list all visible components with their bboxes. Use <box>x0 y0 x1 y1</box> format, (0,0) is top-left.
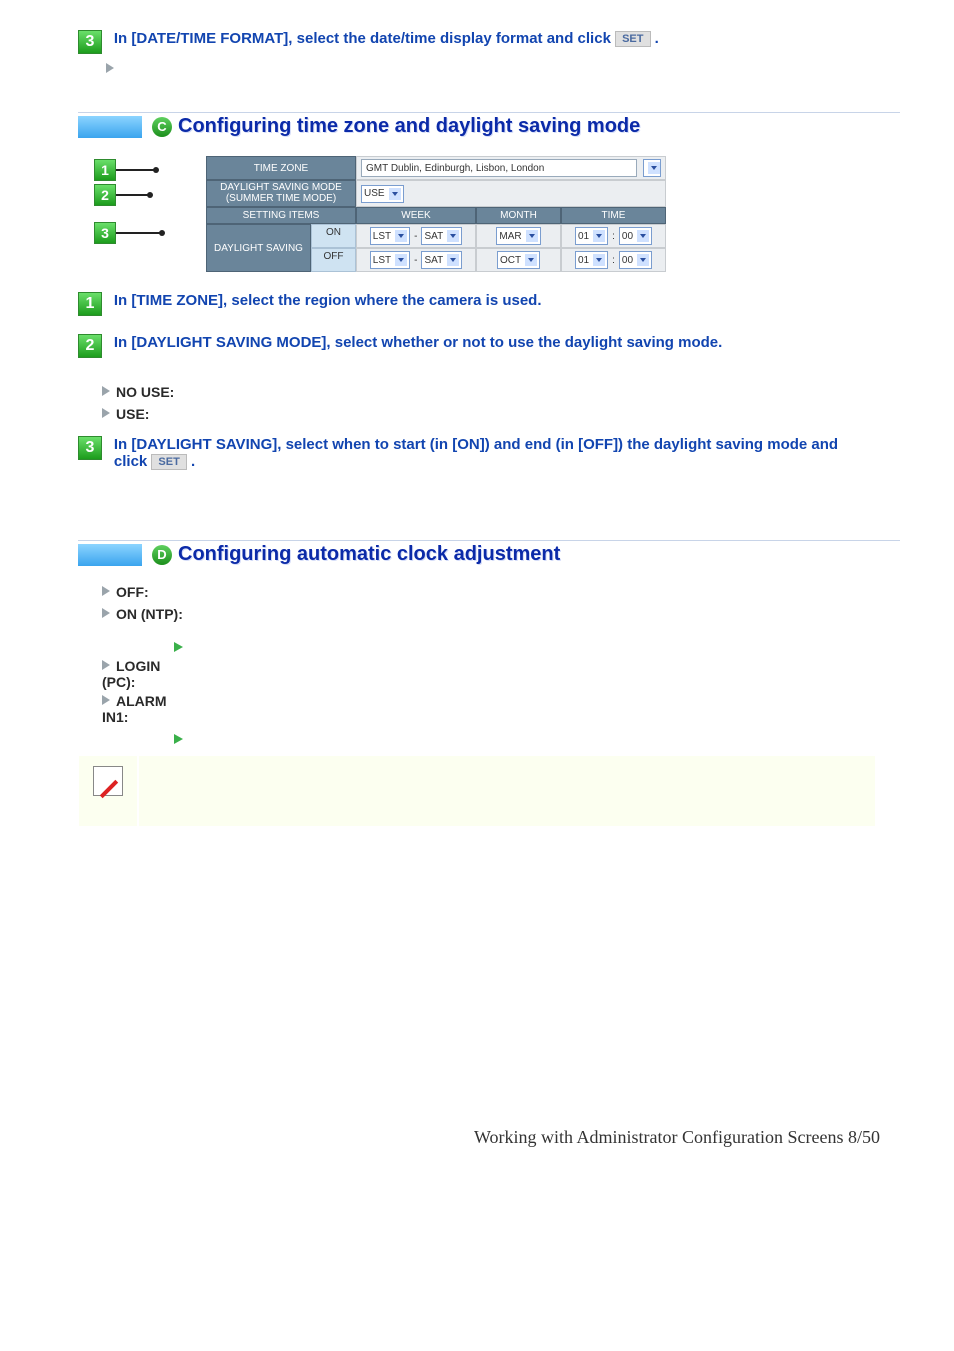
callout-num-3: 3 <box>94 222 116 244</box>
option-list: NO USE: USE: <box>102 384 900 422</box>
chevron-right-icon <box>106 63 114 73</box>
option-list: LOGIN (PC): ALARM IN1: <box>102 658 900 725</box>
on-week[interactable]: LST- SAT <box>356 224 476 248</box>
select-dst-mode[interactable]: USE <box>356 180 666 207</box>
bullet-icon <box>102 586 110 596</box>
col-setting-items: SETTING ITEMS <box>206 207 356 224</box>
option-on-ntp: ON (NTP): <box>116 606 183 622</box>
off-month[interactable]: OCT <box>476 248 561 272</box>
callout-2: 2 <box>94 184 153 206</box>
row-on: ON <box>311 224 356 248</box>
page-footer: Working with Administrator Configuration… <box>54 1127 900 1148</box>
step-number-1: 1 <box>78 292 102 316</box>
col-month: MONTH <box>476 207 561 224</box>
step-text-a: In [DATE/TIME FORMAT], select the date/t… <box>114 30 615 47</box>
option-off: OFF: <box>116 584 149 600</box>
option-login: LOGIN (PC): <box>102 658 160 690</box>
bullet-icon <box>102 660 110 670</box>
on-time[interactable]: 01: 00 <box>561 224 666 248</box>
col-week: WEEK <box>356 207 476 224</box>
step-text: In [TIME ZONE], select the region where … <box>114 292 542 309</box>
section-letter-c: C <box>152 117 172 137</box>
option-nouse: NO USE: <box>116 384 174 400</box>
option-alarm: ALARM IN1: <box>102 693 167 725</box>
select-timezone[interactable]: GMT Dublin, Edinburgh, Lisbon, London <box>356 156 666 180</box>
bullet-icon <box>102 408 110 418</box>
set-button[interactable]: SET <box>615 31 650 47</box>
section-letter-d: D <box>152 545 172 565</box>
note-icon <box>93 766 123 796</box>
option-list: OFF: ON (NTP): <box>102 584 900 622</box>
step-text: In [DATE/TIME FORMAT], select the date/t… <box>114 30 659 47</box>
callout-3: 3 <box>94 222 165 244</box>
bullet-icon <box>102 695 110 705</box>
section-title: Configuring automatic clock adjustment <box>178 543 560 566</box>
bullet-icon <box>102 386 110 396</box>
chevron-down-icon <box>648 162 660 174</box>
step-text-b: . <box>655 30 659 47</box>
note-box <box>78 755 876 827</box>
step-text: In [DAYLIGHT SAVING], select when to sta… <box>114 436 874 470</box>
section-d-header: D Configuring automatic clock adjustment <box>78 540 900 566</box>
off-week[interactable]: LST- SAT <box>356 248 476 272</box>
step-number-3: 3 <box>78 30 102 54</box>
header-accent-bar <box>78 116 142 138</box>
arrow-right-icon <box>174 734 183 744</box>
label-daylight-saving: DAYLIGHT SAVING <box>206 224 311 272</box>
step-row: 2 In [DAYLIGHT SAVING MODE], select whet… <box>78 334 900 358</box>
set-button[interactable]: SET <box>151 454 186 470</box>
callout-num-1: 1 <box>94 159 116 181</box>
label-timezone: TIME ZONE <box>206 156 356 180</box>
callout-num-2: 2 <box>94 184 116 206</box>
on-month[interactable]: MAR <box>476 224 561 248</box>
option-use: USE: <box>116 406 149 422</box>
row-off: OFF <box>311 248 356 272</box>
step-row: 3 In [DATE/TIME FORMAT], select the date… <box>78 30 900 54</box>
arrow-right-icon <box>174 642 183 652</box>
header-accent-bar <box>78 544 142 566</box>
col-time: TIME <box>561 207 666 224</box>
section-title: Configuring time zone and daylight savin… <box>178 115 640 138</box>
off-time[interactable]: 01: 00 <box>561 248 666 272</box>
section-c-header: C Configuring time zone and daylight sav… <box>78 112 900 138</box>
bullet-icon <box>102 608 110 618</box>
settings-screenshot: 1 2 3 TIME ZONE GMT Dublin, Edinburgh, L… <box>146 156 706 272</box>
callout-1: 1 <box>94 159 159 181</box>
step-text: In [DAYLIGHT SAVING MODE], select whethe… <box>114 334 722 351</box>
step-row: 1 In [TIME ZONE], select the region wher… <box>78 292 900 316</box>
label-dst-mode: DAYLIGHT SAVING MODE (SUMMER TIME MODE) <box>206 180 356 207</box>
step-row: 3 In [DAYLIGHT SAVING], select when to s… <box>78 436 900 470</box>
step-number-3: 3 <box>78 436 102 460</box>
chevron-down-icon <box>389 188 401 200</box>
step-number-2: 2 <box>78 334 102 358</box>
